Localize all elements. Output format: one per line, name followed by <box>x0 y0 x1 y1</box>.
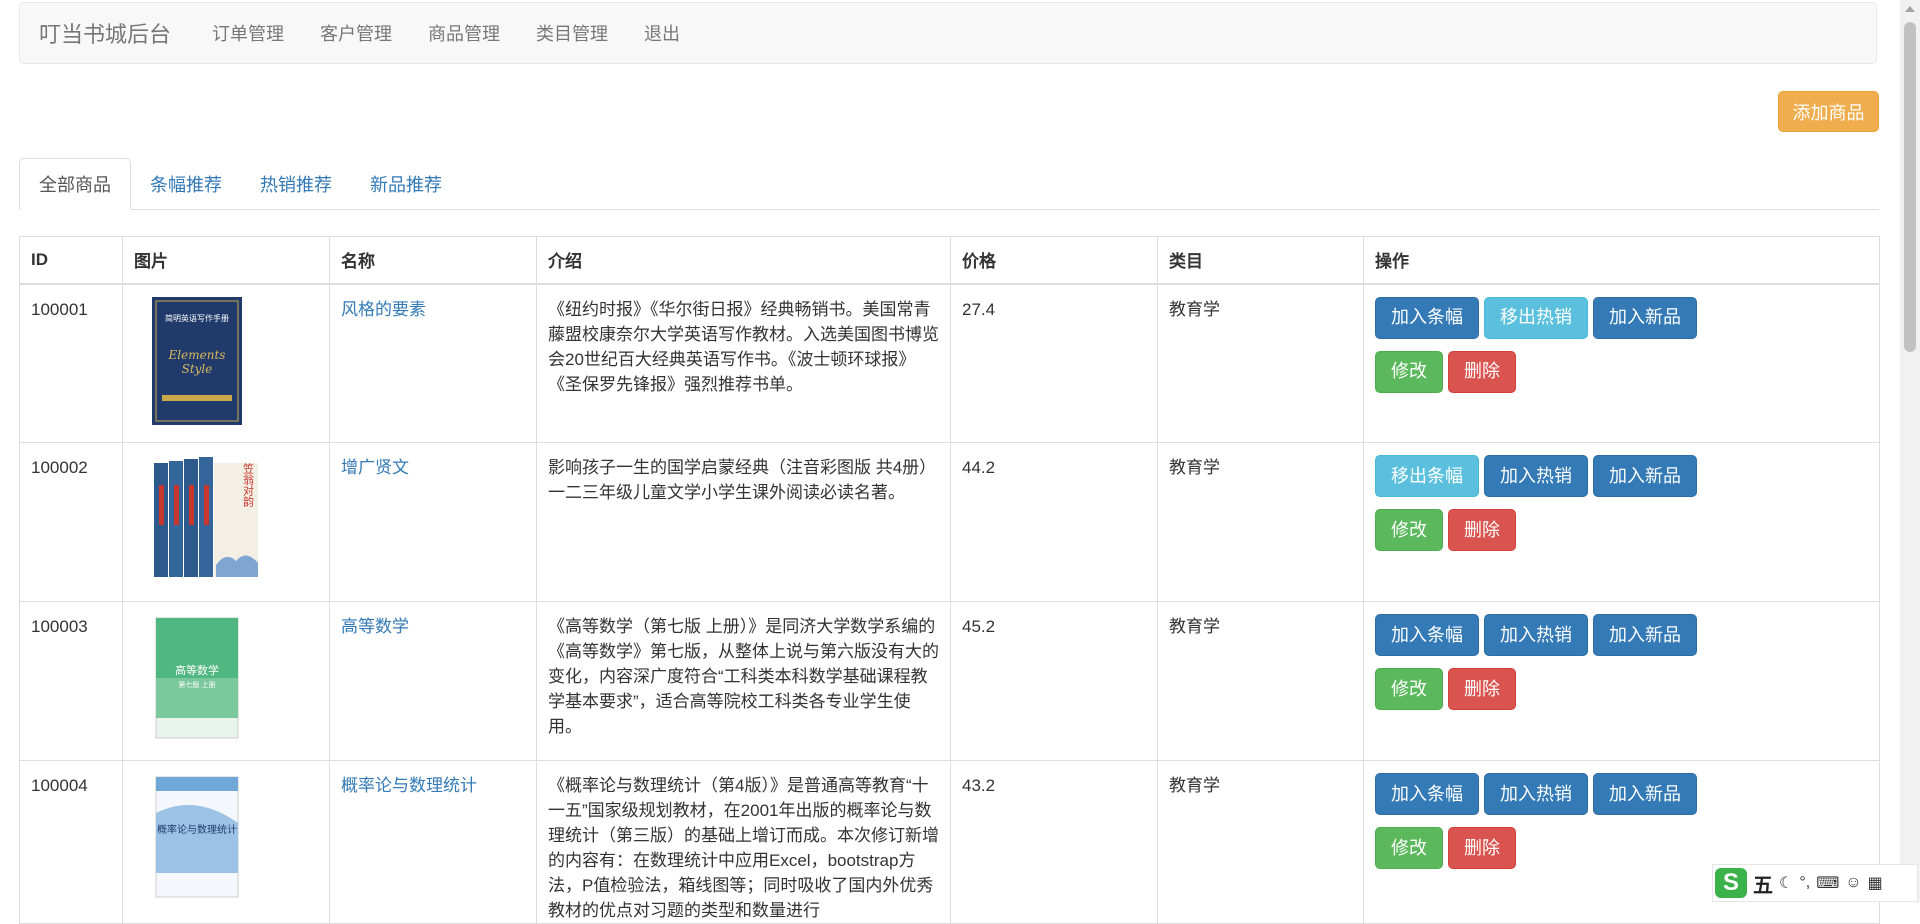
page-scrollbar[interactable] <box>1900 0 1920 902</box>
cell-price: 43.2 <box>950 760 1158 924</box>
header-category: 类目 <box>1157 236 1364 285</box>
svg-text:概率论与数理统计: 概率论与数理统计 <box>157 823 237 836</box>
header-price: 价格 <box>950 236 1158 285</box>
delete-button[interactable]: 删除 <box>1448 668 1516 710</box>
edit-button[interactable]: 修改 <box>1375 350 1443 393</box>
cell-id: 100002 <box>19 442 123 602</box>
table-row: 100004 概率论与数理统计 概率论与数理统计 《概率论与数理统计（第4版）》… <box>19 760 1880 924</box>
table-row: 100002 笠翁对韵 增广贤文 影响孩子一生的国学启蒙经典（注音彩图版 共4册… <box>19 442 1880 602</box>
cell-image: 概率论与数理统计 <box>122 760 330 924</box>
book-cover-image: 笠翁对韵 <box>152 455 258 583</box>
scroll-up-arrow-icon[interactable] <box>1905 6 1915 12</box>
add-hot-button[interactable]: 加入热销 <box>1484 455 1588 497</box>
nav-product-management[interactable]: 商品管理 <box>410 20 518 46</box>
cell-id: 100004 <box>19 760 123 924</box>
cell-description: 《概率论与数理统计（第4版）》是普通高等教育“十一五”国家级规划教材，在2001… <box>536 760 951 924</box>
user-icon[interactable]: ☺ <box>1845 874 1861 892</box>
cell-description: 影响孩子一生的国学启蒙经典（注音彩图版 共4册）一二三年级儿童文学小学生课外阅读… <box>536 442 951 602</box>
svg-text:第七版 上册: 第七版 上册 <box>178 680 215 689</box>
cell-id: 100001 <box>19 283 123 443</box>
remove-hot-button[interactable]: 移出热销 <box>1484 296 1588 339</box>
top-navbar: 叮当书城后台 订单管理 客户管理 商品管理 类目管理 退出 <box>19 2 1877 64</box>
product-table: ID 图片 名称 介绍 价格 类目 操作 100001 简明英语写作手册 Ele… <box>19 236 1880 924</box>
add-hot-button[interactable]: 加入热销 <box>1484 614 1588 656</box>
table-row: 100001 简明英语写作手册 Elements Style 风格的要素 《纽约… <box>19 283 1880 443</box>
svg-text:高等数学: 高等数学 <box>175 663 219 677</box>
add-banner-button[interactable]: 加入条幅 <box>1375 614 1479 656</box>
tab-hot-recommend[interactable]: 热销推荐 <box>241 158 351 209</box>
remove-banner-button[interactable]: 移出条幅 <box>1375 455 1479 497</box>
cell-description: 《纽约时报》《华尔街日报》经典畅销书。美国常青藤盟校康奈尔大学英语写作教材。入选… <box>536 283 951 443</box>
header-image: 图片 <box>122 236 330 285</box>
book-cover-image: 简明英语写作手册 Elements Style <box>152 296 242 425</box>
add-banner-button[interactable]: 加入条幅 <box>1375 296 1479 339</box>
svg-text:简明英语写作手册: 简明英语写作手册 <box>165 313 229 323</box>
add-banner-button[interactable]: 加入条幅 <box>1375 773 1479 815</box>
cell-id: 100003 <box>19 601 123 761</box>
product-tabs: 全部商品 条幅推荐 热销推荐 新品推荐 <box>19 158 1879 210</box>
punctuation-icon[interactable]: °, <box>1799 874 1810 892</box>
add-new-button[interactable]: 加入新品 <box>1593 296 1697 339</box>
header-name: 名称 <box>329 236 537 285</box>
edit-button[interactable]: 修改 <box>1375 509 1443 551</box>
table-row: 100003 高等数学 第七版 上册 高等数学 《高等数学（第七版 上册）》是同… <box>19 601 1880 761</box>
book-cover-image: 概率论与数理统计 <box>152 773 242 901</box>
cell-price: 27.4 <box>950 283 1158 443</box>
scrollbar-thumb[interactable] <box>1904 22 1916 352</box>
svg-text:笠翁对韵: 笠翁对韵 <box>242 462 255 508</box>
delete-button[interactable]: 删除 <box>1448 827 1516 869</box>
cell-price: 44.2 <box>950 442 1158 602</box>
nav-category-management[interactable]: 类目管理 <box>518 20 626 46</box>
table-header-row: ID 图片 名称 介绍 价格 类目 操作 <box>19 236 1880 285</box>
book-cover-image: 高等数学 第七版 上册 <box>152 614 242 742</box>
grid-menu-icon[interactable]: ▦ <box>1868 873 1883 893</box>
cell-actions: 加入条幅 移出热销 加入新品 修改 删除 <box>1363 283 1880 443</box>
edit-button[interactable]: 修改 <box>1375 668 1443 710</box>
svg-text:Style: Style <box>182 362 213 376</box>
cell-category: 教育学 <box>1157 442 1364 602</box>
tab-all-products[interactable]: 全部商品 <box>19 158 131 210</box>
cell-description: 《高等数学（第七版 上册）》是同济大学数学系编的《高等数学》第七版，从整体上说与… <box>536 601 951 761</box>
ime-mode-indicator[interactable]: 五 <box>1753 869 1773 898</box>
product-name-link[interactable]: 概率论与数理统计 <box>341 776 477 795</box>
cell-price: 45.2 <box>950 601 1158 761</box>
cell-image: 高等数学 第七版 上册 <box>122 601 330 761</box>
product-name-link[interactable]: 风格的要素 <box>341 300 426 319</box>
cell-actions: 加入条幅 加入热销 加入新品 修改 删除 <box>1363 601 1880 761</box>
nav-order-management[interactable]: 订单管理 <box>194 20 302 46</box>
tab-new-recommend[interactable]: 新品推荐 <box>351 158 461 209</box>
header-actions: 操作 <box>1363 236 1880 285</box>
tab-banner-recommend[interactable]: 条幅推荐 <box>131 158 241 209</box>
add-new-button[interactable]: 加入新品 <box>1593 773 1697 815</box>
brand-title[interactable]: 叮当书城后台 <box>39 17 171 49</box>
edit-button[interactable]: 修改 <box>1375 827 1443 869</box>
product-name-link[interactable]: 高等数学 <box>341 617 409 636</box>
cell-image: 简明英语写作手册 Elements Style <box>122 283 330 443</box>
nav-logout[interactable]: 退出 <box>626 20 698 46</box>
add-new-button[interactable]: 加入新品 <box>1593 614 1697 656</box>
sogou-logo-icon[interactable]: S <box>1715 868 1747 898</box>
cell-actions: 移出条幅 加入热销 加入新品 修改 删除 <box>1363 442 1880 602</box>
nav-customer-management[interactable]: 客户管理 <box>302 20 410 46</box>
svg-text:Elements: Elements <box>168 348 226 362</box>
delete-button[interactable]: 删除 <box>1448 350 1516 393</box>
product-name-link[interactable]: 增广贤文 <box>341 458 409 477</box>
moon-icon[interactable]: ☾ <box>1779 873 1793 893</box>
cell-category: 教育学 <box>1157 283 1364 443</box>
add-hot-button[interactable]: 加入热销 <box>1484 773 1588 815</box>
cell-category: 教育学 <box>1157 760 1364 924</box>
header-description: 介绍 <box>536 236 951 285</box>
keyboard-icon[interactable]: ⌨ <box>1816 873 1839 893</box>
cell-image: 笠翁对韵 <box>122 442 330 602</box>
add-product-button[interactable]: 添加商品 <box>1778 91 1879 132</box>
add-new-button[interactable]: 加入新品 <box>1593 455 1697 497</box>
delete-button[interactable]: 删除 <box>1448 509 1516 551</box>
cell-category: 教育学 <box>1157 601 1364 761</box>
header-id: ID <box>19 236 123 285</box>
ime-toolbar[interactable]: S 五 ☾ °, ⌨ ☺ ▦ <box>1712 864 1918 902</box>
